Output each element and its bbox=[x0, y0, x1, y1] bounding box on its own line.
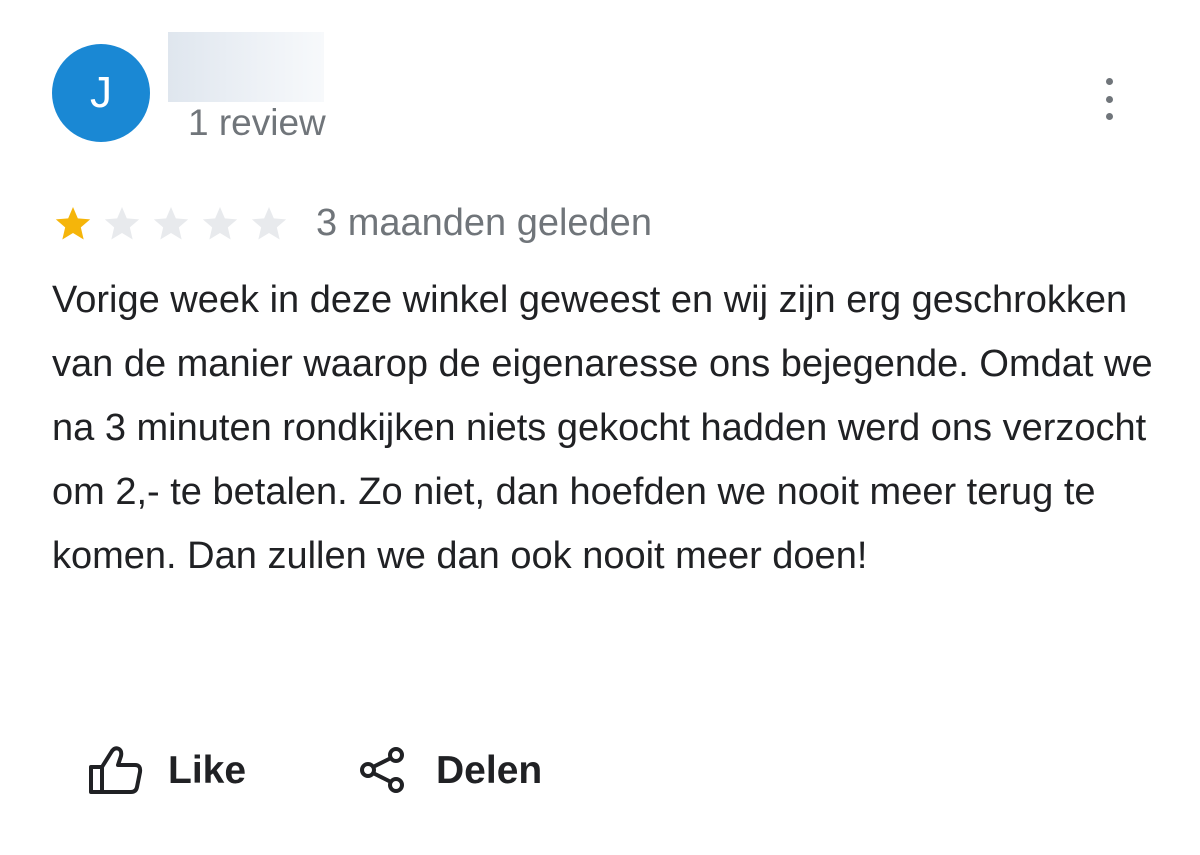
more-vert-icon bbox=[1105, 78, 1113, 85]
share-label: Delen bbox=[436, 748, 543, 792]
review-text: Vorige week in deze winkel geweest en wi… bbox=[52, 279, 1153, 577]
reviewer-review-count[interactable]: 1 review bbox=[188, 104, 326, 141]
more-options-button[interactable] bbox=[1092, 78, 1126, 120]
avatar[interactable]: J bbox=[52, 44, 150, 142]
star-empty-icon bbox=[251, 207, 287, 240]
avatar-letter: J bbox=[90, 68, 112, 117]
like-label: Like bbox=[168, 748, 247, 792]
review-date: 3 maanden geleden bbox=[316, 202, 652, 244]
star-empty-icon bbox=[153, 207, 189, 240]
reviewer-name-redacted bbox=[168, 32, 324, 102]
more-vert-icon-dot bbox=[1105, 113, 1113, 120]
more-vert-icon-dot bbox=[1105, 95, 1113, 103]
share-button[interactable]: Delen bbox=[358, 740, 542, 800]
share-icon bbox=[360, 747, 404, 793]
star-filled-icon bbox=[55, 207, 91, 240]
review-card: J 1 review 3 maanden geleden Vorige week… bbox=[0, 0, 1200, 855]
star-empty-icon bbox=[104, 207, 140, 240]
star-rating bbox=[52, 204, 290, 244]
star-empty-icon bbox=[202, 207, 238, 240]
like-button[interactable]: Like bbox=[88, 740, 246, 800]
thumb-up-icon bbox=[89, 746, 143, 794]
